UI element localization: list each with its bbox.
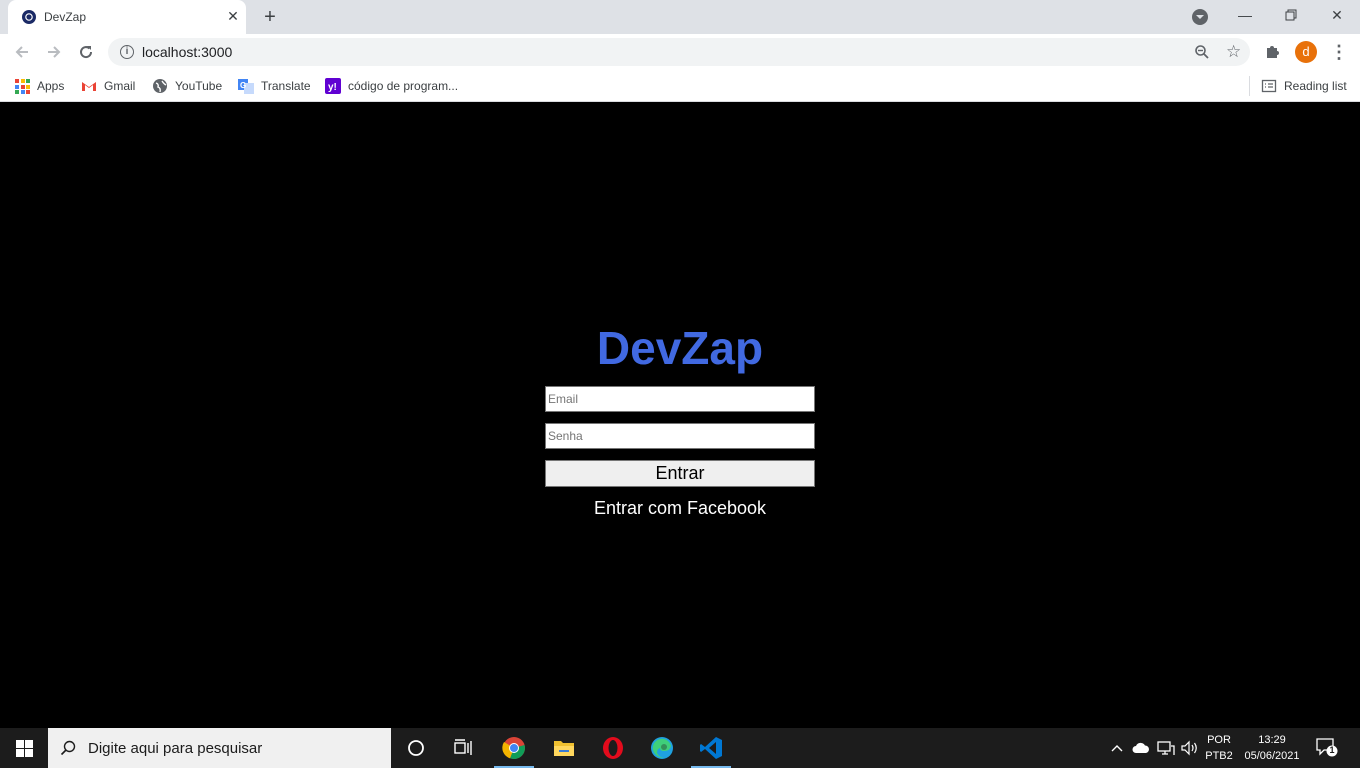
bookmark-translate[interactable]: G Translate — [238, 77, 311, 95]
globe-icon — [152, 78, 168, 94]
notification-count: 1 — [1329, 745, 1335, 755]
tab-search-icon[interactable] — [1192, 9, 1208, 25]
start-button[interactable] — [0, 728, 48, 768]
bookmark-label: Apps — [37, 79, 65, 93]
login-button[interactable]: Entrar — [545, 460, 815, 487]
site-info-icon[interactable]: i — [120, 45, 134, 59]
whatsapp-favicon-icon — [22, 10, 36, 24]
profile-avatar[interactable]: d — [1295, 41, 1317, 63]
bookmark-youtube[interactable]: YouTube — [152, 77, 222, 95]
keyboard-layout: PTB2 — [1205, 750, 1233, 762]
bookmark-label: Translate — [261, 79, 311, 93]
forward-arrow-icon[interactable] — [43, 41, 65, 63]
reading-list-label: Reading list — [1284, 79, 1347, 93]
language-code: POR — [1207, 734, 1231, 746]
speaker-icon — [1181, 740, 1197, 756]
browser-menu-icon[interactable]: ⋮ — [1330, 40, 1348, 64]
zoom-icon[interactable] — [1194, 44, 1210, 60]
opera-icon — [603, 737, 623, 759]
page-title: DevZap — [596, 322, 764, 374]
file-explorer-button[interactable] — [540, 728, 588, 768]
email-field[interactable] — [545, 386, 815, 412]
bookmark-star-icon[interactable]: ☆ — [1226, 42, 1241, 62]
browser-toolbar: i localhost:3000 ☆ — [0, 34, 1360, 70]
yahoo-icon: y! — [325, 78, 341, 94]
password-field[interactable] — [545, 423, 815, 449]
network-button[interactable] — [1155, 728, 1177, 768]
action-center-button[interactable]: 1 — [1316, 738, 1338, 758]
bookmark-label: código de program... — [348, 79, 459, 93]
system-clock[interactable]: 13:29 05/06/2021 — [1240, 732, 1304, 764]
clock-date: 05/06/2021 — [1244, 750, 1300, 762]
url-text[interactable]: localhost:3000 — [142, 44, 232, 60]
close-window-button[interactable]: ✕ — [1314, 0, 1360, 30]
folder-icon — [554, 741, 574, 756]
vscode-taskbar-button[interactable] — [687, 728, 735, 768]
chrome-taskbar-button[interactable] — [490, 728, 538, 768]
edge-button[interactable] — [638, 728, 686, 768]
show-hidden-icons-button[interactable] — [1108, 728, 1126, 768]
facebook-login-link[interactable]: Entrar com Facebook — [545, 498, 815, 519]
restore-button[interactable] — [1268, 0, 1314, 30]
bookmark-label: Gmail — [104, 79, 136, 93]
input-language-indicator[interactable]: POR PTB2 — [1202, 732, 1236, 764]
bookmarks-divider — [1249, 76, 1250, 96]
vscode-icon — [700, 737, 722, 759]
address-bar[interactable]: i localhost:3000 ☆ — [108, 38, 1250, 66]
apps-grid-icon — [14, 78, 30, 94]
opera-button[interactable] — [589, 728, 637, 768]
svg-text:y!: y! — [328, 82, 337, 93]
chevron-up-icon — [1111, 745, 1123, 752]
browser-tab[interactable]: DevZap ✕ — [8, 0, 246, 34]
translate-icon: G — [238, 78, 254, 94]
bookmark-apps[interactable]: Apps — [14, 77, 64, 95]
onedrive-button[interactable] — [1130, 728, 1152, 768]
back-arrow-icon[interactable] — [11, 41, 33, 63]
svg-text:G: G — [240, 81, 246, 90]
volume-button[interactable] — [1179, 728, 1201, 768]
reading-list-button[interactable]: Reading list — [1261, 77, 1347, 95]
bookmarks-bar: Apps Gmail YouTube G Translate y! código… — [0, 70, 1360, 102]
search-icon — [60, 740, 76, 756]
taskbar-search[interactable]: Digite aqui para pesquisar — [48, 728, 391, 768]
clock-time: 13:29 — [1258, 734, 1286, 746]
reading-list-icon — [1261, 78, 1277, 94]
extensions-puzzle-icon[interactable] — [1264, 42, 1282, 60]
bookmark-codigo[interactable]: y! código de program... — [325, 77, 458, 95]
task-view-button[interactable] — [440, 728, 488, 768]
tab-strip: DevZap ✕ + — ✕ — [0, 0, 1360, 34]
tab-title: DevZap — [44, 10, 87, 24]
cortana-circle-icon — [408, 740, 424, 756]
network-icon — [1157, 741, 1175, 755]
cortana-button[interactable] — [392, 728, 440, 768]
gmail-icon — [81, 78, 97, 94]
taskbar: Digite aqui para pesquisar POR PTB2 13:2… — [0, 728, 1360, 768]
bookmark-label: YouTube — [175, 79, 223, 93]
close-tab-icon[interactable]: ✕ — [226, 9, 240, 23]
new-tab-button[interactable]: + — [260, 7, 280, 27]
reload-icon[interactable] — [75, 41, 97, 63]
bookmark-gmail[interactable]: Gmail — [81, 77, 135, 95]
minimize-button[interactable]: — — [1222, 0, 1268, 30]
cloud-icon — [1132, 742, 1149, 753]
windows-logo-icon — [15, 739, 33, 757]
search-placeholder: Digite aqui para pesquisar — [88, 739, 263, 757]
task-view-icon — [454, 739, 472, 755]
chrome-icon — [502, 737, 525, 760]
page-viewport: DevZap Entrar Entrar com Facebook — [0, 103, 1360, 728]
edge-icon — [651, 737, 673, 759]
